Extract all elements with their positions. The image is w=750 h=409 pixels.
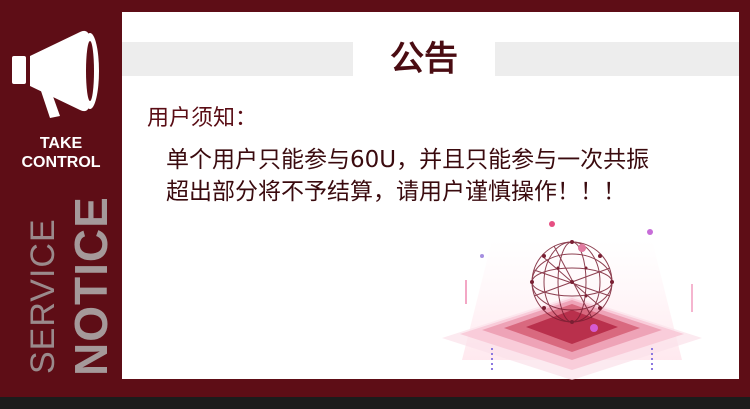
notice-vertical-label: NOTICE <box>65 196 117 376</box>
notice-line-2: 超出部分将不予结算，请用户谨慎操作！！！ <box>166 179 626 205</box>
notice-greeting: 用户须知： <box>147 106 258 131</box>
control-label: CONTROL <box>21 154 101 171</box>
megaphone-icon <box>12 30 99 118</box>
notice-card: 公告 用户须知： 单个用户只能参与60U，并且只能参与一次共振 超出部分将不予结… <box>122 12 739 380</box>
title-bar-right <box>495 42 739 76</box>
bottom-strip <box>0 397 750 409</box>
title-bar-left <box>122 42 353 76</box>
take-label: TAKE <box>39 135 83 152</box>
notice-line-1: 单个用户只能参与60U，并且只能参与一次共振 <box>166 147 650 173</box>
service-vertical-label: SERVICE <box>24 218 62 374</box>
notice-title: 公告 <box>390 39 458 79</box>
sidebar: TAKE CONTROL SERVICE NOTICE <box>0 0 122 397</box>
network-sphere-illustration <box>442 221 702 380</box>
